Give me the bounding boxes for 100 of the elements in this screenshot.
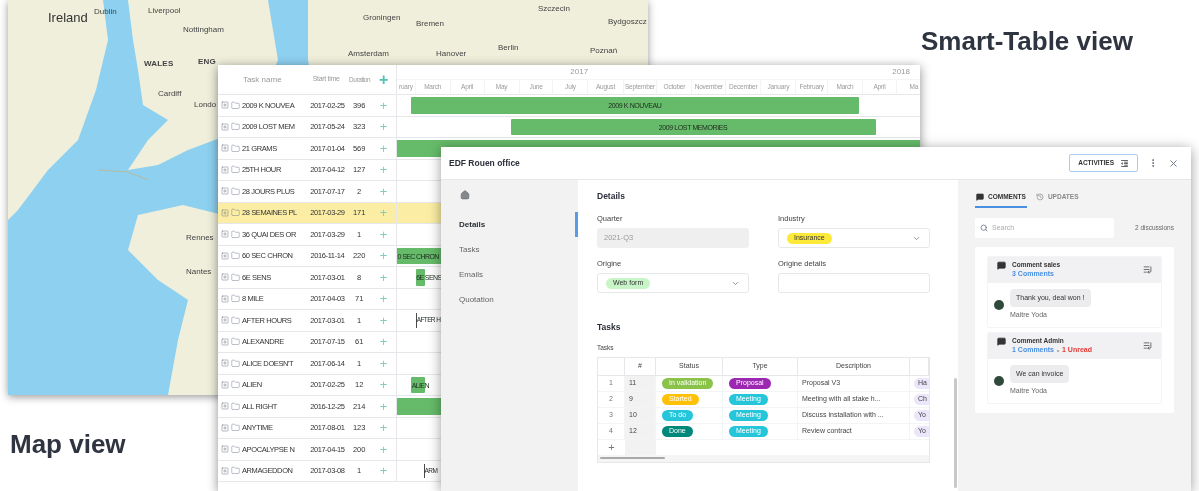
add-subtask-button[interactable]: + bbox=[371, 270, 396, 284]
add-subtask-button[interactable]: + bbox=[371, 378, 396, 392]
expand-icon[interactable] bbox=[221, 359, 229, 368]
add-row-button[interactable]: + bbox=[598, 439, 625, 455]
text-field[interactable] bbox=[778, 273, 930, 294]
expand-icon[interactable] bbox=[221, 101, 229, 110]
add-subtask-button[interactable]: + bbox=[371, 227, 396, 241]
expand-icon[interactable] bbox=[221, 165, 229, 174]
home-icon[interactable] bbox=[460, 190, 470, 200]
caption: Smart-Table view bbox=[921, 25, 1133, 58]
add-subtask-button[interactable]: + bbox=[371, 292, 396, 306]
map-label: Bremen bbox=[416, 18, 444, 30]
nav-item[interactable]: Tasks bbox=[441, 237, 578, 262]
horizontal-scrollbar[interactable] bbox=[600, 457, 665, 460]
map-label: Berlin bbox=[498, 42, 519, 54]
folder-icon bbox=[231, 315, 240, 325]
map-label: Ireland bbox=[48, 9, 88, 27]
folder-icon bbox=[231, 100, 240, 110]
add-subtask-button[interactable]: + bbox=[371, 421, 396, 435]
add-subtask-button[interactable]: + bbox=[371, 249, 396, 263]
history-icon bbox=[1035, 192, 1044, 201]
folder-icon bbox=[231, 186, 240, 196]
speech-bubble-icon bbox=[997, 260, 1006, 270]
section-heading: Tasks bbox=[597, 321, 622, 334]
list-arrow-icon[interactable] bbox=[1143, 341, 1152, 351]
expand-icon[interactable] bbox=[221, 316, 229, 325]
add-subtask-button[interactable]: + bbox=[371, 313, 396, 327]
expand-icon[interactable] bbox=[221, 208, 229, 217]
expand-icon[interactable] bbox=[221, 423, 229, 432]
map-label: Groningen bbox=[363, 12, 401, 24]
add-subtask-button[interactable]: + bbox=[371, 335, 396, 349]
folder-icon bbox=[231, 229, 240, 239]
add-subtask-button[interactable]: + bbox=[371, 141, 396, 155]
map-label: Rennes bbox=[186, 232, 214, 244]
expand-icon[interactable] bbox=[221, 230, 229, 239]
vertical-scrollbar[interactable] bbox=[954, 378, 957, 488]
folder-icon bbox=[231, 251, 240, 261]
add-task-button[interactable]: + bbox=[371, 65, 396, 94]
map-label: Szczecin bbox=[538, 3, 570, 15]
nav-item[interactable]: Details bbox=[441, 212, 578, 237]
avatar bbox=[994, 299, 1004, 310]
add-subtask-button[interactable]: + bbox=[371, 206, 396, 220]
add-subtask-button[interactable]: + bbox=[371, 184, 396, 198]
folder-icon bbox=[231, 294, 240, 304]
folder-icon bbox=[231, 143, 240, 153]
expand-icon[interactable] bbox=[221, 251, 229, 260]
add-subtask-button[interactable]: + bbox=[371, 356, 396, 370]
expand-icon[interactable] bbox=[221, 187, 229, 196]
map-label: WALES bbox=[144, 58, 174, 70]
add-subtask-button[interactable]: + bbox=[371, 442, 396, 456]
avatar bbox=[994, 375, 1004, 386]
caption: Map view bbox=[10, 428, 126, 461]
milestone-marker bbox=[415, 313, 418, 328]
milestone-marker bbox=[423, 463, 426, 478]
map-label: Nantes bbox=[186, 266, 212, 278]
expand-icon[interactable] bbox=[221, 294, 229, 303]
nav-item[interactable]: Emails bbox=[441, 262, 578, 287]
folder-icon bbox=[231, 466, 240, 476]
expand-icon[interactable] bbox=[221, 445, 229, 454]
expand-icon[interactable] bbox=[221, 144, 229, 153]
speech-bubble-icon bbox=[997, 336, 1006, 346]
expand-icon[interactable] bbox=[221, 337, 229, 346]
expand-icon[interactable] bbox=[221, 466, 229, 475]
folder-icon bbox=[231, 208, 240, 218]
add-subtask-button[interactable]: + bbox=[371, 163, 396, 177]
folder-icon bbox=[231, 358, 240, 368]
map-label: Poznań bbox=[590, 45, 618, 57]
map-label: ENG bbox=[198, 56, 216, 68]
task-bar bbox=[415, 269, 425, 286]
map-label: Nottingham bbox=[183, 24, 224, 36]
list-arrow-icon[interactable] bbox=[1143, 265, 1152, 275]
folder-icon bbox=[231, 337, 240, 347]
folder-icon bbox=[231, 380, 240, 390]
dialog-title: EDF Rouen office bbox=[449, 156, 520, 170]
folder-icon bbox=[231, 122, 240, 132]
indent-list-icon bbox=[1120, 158, 1129, 168]
year-label: 2017 bbox=[569, 65, 590, 78]
map-label: Liverpool bbox=[148, 5, 181, 17]
add-subtask-button[interactable]: + bbox=[371, 464, 396, 478]
expand-icon[interactable] bbox=[221, 380, 229, 389]
year-label: 2018 bbox=[891, 65, 911, 78]
column-header: Task name bbox=[241, 73, 283, 86]
add-subtask-button[interactable]: + bbox=[371, 120, 396, 134]
expand-icon[interactable] bbox=[221, 402, 229, 411]
map-label: Cardiff bbox=[158, 88, 182, 100]
folder-icon bbox=[231, 272, 240, 282]
folder-icon bbox=[231, 423, 240, 433]
add-subtask-button[interactable]: + bbox=[371, 98, 396, 112]
map-label: Dublin bbox=[94, 6, 117, 18]
map-label: Londo bbox=[194, 99, 217, 111]
section-heading: Details bbox=[597, 190, 626, 203]
map-label: Amsterdam bbox=[348, 48, 389, 60]
expand-icon[interactable] bbox=[221, 273, 229, 282]
folder-icon bbox=[231, 444, 240, 454]
nav-item[interactable]: Quotation bbox=[441, 287, 578, 312]
close-icon[interactable] bbox=[1168, 157, 1179, 169]
map-label: Bydgoszcz bbox=[608, 16, 647, 28]
folder-icon bbox=[231, 401, 240, 411]
add-subtask-button[interactable]: + bbox=[371, 399, 396, 413]
expand-icon[interactable] bbox=[221, 122, 229, 131]
